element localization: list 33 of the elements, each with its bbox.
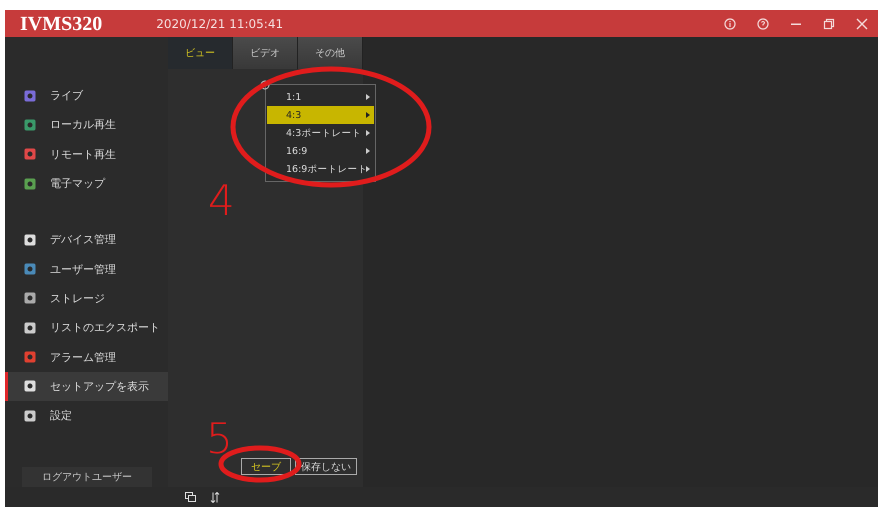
tab[interactable]: ビデオ — [233, 37, 298, 69]
sidebar-item[interactable]: デバイス管理 — [5, 225, 168, 254]
close-icon[interactable] — [856, 18, 868, 30]
windows-icon[interactable] — [185, 492, 196, 502]
sidebar-item[interactable]: セットアップを表示 — [5, 372, 168, 401]
info-icon[interactable] — [724, 18, 736, 30]
menu-item[interactable]: 4:3 — [267, 106, 374, 124]
sidebar-item[interactable]: ローカル再生 — [5, 110, 168, 140]
sidebar-item[interactable]: アラーム管理 — [5, 342, 168, 372]
sidebar-item[interactable]: リモート再生 — [5, 140, 168, 169]
logout-button[interactable]: ログアウトユーザー — [22, 467, 152, 487]
sidebar-item[interactable]: ユーザー管理 — [5, 254, 168, 284]
help-icon[interactable] — [757, 18, 769, 30]
sidebar-item[interactable]: リストのエクスポート — [5, 313, 168, 342]
sidebar-item[interactable]: 電子マップ — [5, 168, 168, 198]
window-title: IVMS320 — [20, 12, 102, 36]
cursor-icon — [260, 80, 270, 90]
menu-item[interactable]: 16:9ポートレート — [267, 160, 374, 178]
tab[interactable]: ビュー — [168, 37, 233, 69]
tab[interactable]: その他 — [298, 37, 363, 69]
menu-item[interactable]: 1:1 — [267, 88, 374, 106]
discard-button[interactable]: 保存しない — [295, 458, 357, 475]
sort-icon[interactable] — [210, 492, 220, 502]
annotation-number: 5 — [206, 418, 233, 460]
annotation-number: 4 — [208, 180, 235, 222]
sidebar-item[interactable]: ライブ — [5, 81, 168, 110]
menu-item[interactable]: 16:9 — [267, 142, 374, 160]
menu-item[interactable]: 4:3ポートレート — [267, 124, 374, 142]
sidebar-item[interactable]: 設定 — [5, 400, 168, 430]
date-time: 2020/12/21 11:05:41 — [156, 16, 284, 30]
save-button[interactable]: セーブ — [241, 458, 291, 475]
sidebar-item[interactable]: ストレージ — [5, 284, 168, 314]
restore-icon[interactable] — [823, 18, 835, 30]
